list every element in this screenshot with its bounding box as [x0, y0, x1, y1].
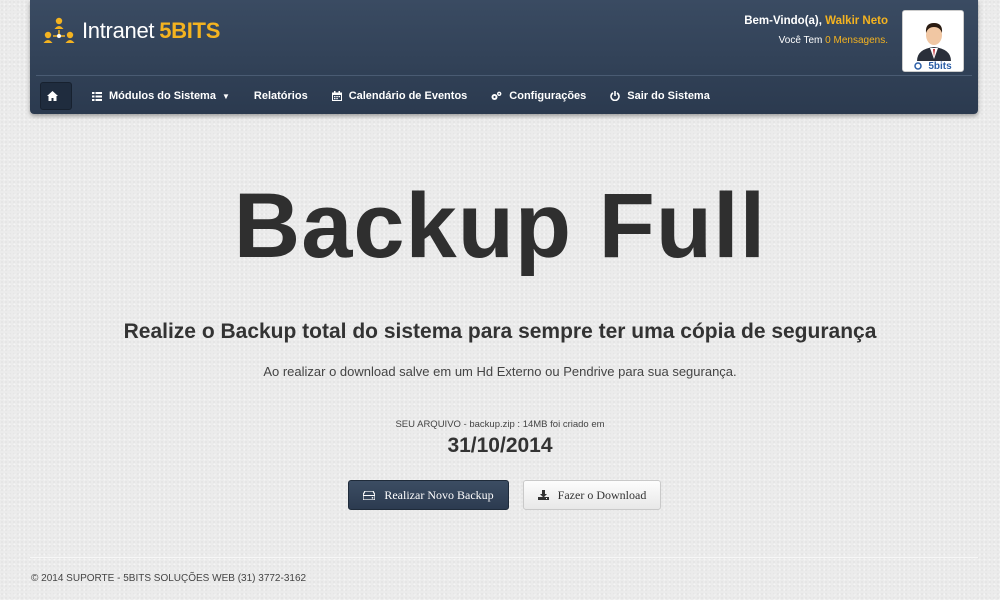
logo-text: Intranet 5BITS	[82, 18, 221, 43]
grid-icon	[92, 91, 102, 101]
cogs-icon	[491, 91, 502, 100]
messages-line: Você Tem 0 Mensagens.	[744, 31, 888, 51]
new-backup-label: Realizar Novo Backup	[384, 487, 494, 502]
welcome-label: Bem-Vindo(a),	[744, 15, 822, 27]
page-subtitle: Realize o Backup total do sistema para s…	[123, 320, 877, 343]
hdd-icon	[363, 490, 376, 500]
nav-configuracoes[interactable]: Configurações	[479, 82, 598, 110]
header-divider	[36, 75, 972, 76]
nav-sair[interactable]: Sair do Sistema	[598, 82, 722, 110]
file-date: 31/10/2014	[447, 434, 553, 457]
user-info: Bem-Vindo(a), Walkir Neto Você Tem 0 Men…	[744, 11, 888, 51]
user-avatar-icon: 5bits	[903, 11, 963, 72]
logo-accent: 5BITS	[159, 18, 221, 43]
calendar-icon	[331, 91, 342, 101]
nav-modulos-label: Módulos do Sistema	[109, 90, 216, 102]
messages-prefix: Você Tem	[778, 35, 823, 46]
avatar[interactable]: 5bits	[902, 10, 964, 72]
chevron-down-icon: ▼	[221, 91, 230, 101]
nav-home-button[interactable]	[40, 82, 72, 110]
nav-relatorios-label: Relatórios	[253, 90, 308, 102]
power-icon	[610, 91, 621, 101]
welcome-line: Bem-Vindo(a), Walkir Neto	[744, 11, 888, 31]
top-header: Intranet 5BITS Bem-Vindo(a), Walkir Neto …	[30, 0, 978, 114]
download-label: Fazer o Download	[557, 487, 647, 502]
nav-calendario[interactable]: Calendário de Eventos	[320, 82, 480, 110]
nav-modulos[interactable]: Módulos do Sistema ▼	[80, 82, 242, 110]
download-icon	[537, 490, 549, 500]
nav-relatorios[interactable]: Relatórios	[242, 82, 320, 110]
footer-divider	[30, 557, 978, 558]
user-name-link[interactable]: Walkir Neto	[825, 15, 888, 27]
messages-count-link[interactable]: 0 Mensagens.	[825, 35, 888, 46]
download-button[interactable]: Fazer o Download	[523, 480, 661, 510]
header-top-bar: Intranet 5BITS Bem-Vindo(a), Walkir Neto …	[30, 0, 978, 74]
file-info: SEU ARQUIVO - backup.zip : 14MB foi cria…	[395, 419, 605, 430]
home-icon	[47, 91, 58, 101]
main-nav: Módulos do Sistema ▼ Relatórios Calendár…	[40, 82, 722, 110]
page-title: Backup Full	[233, 175, 767, 277]
page-description: Ao realizar o download salve em um Hd Ex…	[263, 364, 737, 379]
logo[interactable]: Intranet 5BITS	[42, 16, 220, 46]
nav-calendario-label: Calendário de Eventos	[348, 90, 468, 102]
new-backup-button[interactable]: Realizar Novo Backup	[348, 480, 509, 510]
nav-sair-label: Sair do Sistema	[627, 90, 710, 102]
network-users-icon	[43, 17, 75, 43]
nav-configuracoes-label: Configurações	[509, 90, 587, 102]
footer-text: © 2014 SUPORTE - 5BITS SOLUÇÕES WEB (31)…	[31, 573, 307, 584]
avatar-brand: 5bits	[928, 61, 952, 72]
